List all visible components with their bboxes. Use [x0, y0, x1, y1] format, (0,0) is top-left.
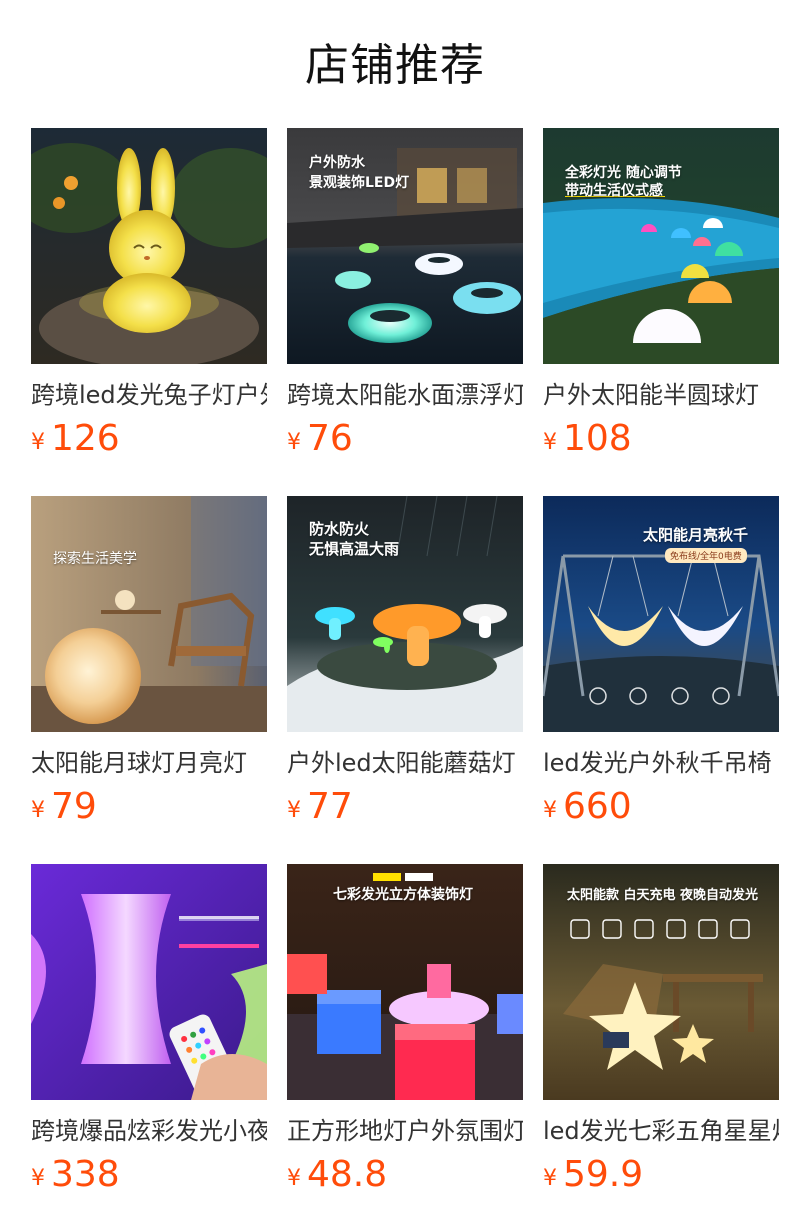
product-name[interactable]: 跨境太阳能水面漂浮灯: [287, 378, 523, 412]
product-price: ¥48.8: [287, 1152, 387, 1198]
page-title: 店铺推荐: [305, 40, 485, 91]
product-name[interactable]: 户外太阳能半圆球灯: [543, 378, 779, 412]
product-price: ¥126: [31, 416, 120, 462]
moon-ball-lamp-icon[interactable]: 探索生活美学: [31, 496, 267, 732]
product-name[interactable]: 正方形地灯户外氛围灯: [287, 1114, 523, 1148]
product-name[interactable]: 跨境led发光兔子灯户外庭院装饰灯: [31, 378, 267, 412]
price-value: 660: [563, 786, 632, 827]
mushroom-lights-icon[interactable]: 防水防火 无惧高温大雨: [287, 496, 523, 732]
currency-symbol: ¥: [287, 1166, 301, 1191]
currency-symbol: ¥: [31, 430, 45, 455]
price-value: 79: [51, 786, 97, 827]
floating-pool-lights-icon[interactable]: 户外防水 景观装饰LED灯: [287, 128, 523, 364]
price-value: 76: [307, 418, 353, 459]
price-value: 108: [563, 418, 632, 459]
product-card[interactable]: 防水防火 无惧高温大雨 户外led太阳能蘑菇灯 ¥77: [287, 496, 523, 836]
moon-swing-icon[interactable]: 太阳能月亮秋千 免布线/全年0电费: [543, 496, 779, 732]
price-value: 48.8: [307, 1154, 388, 1195]
product-card[interactable]: 户外防水 景观装饰LED灯 跨境太阳能水面漂浮灯 ¥76: [287, 128, 523, 468]
product-card[interactable]: 全彩灯光 随心调节 带动生活仪式感 户外太阳能半圆球灯 ¥108: [543, 128, 779, 468]
product-card[interactable]: 太阳能月亮秋千 免布线/全年0电费 led发光户外秋千吊椅 ¥660: [543, 496, 779, 836]
overlay-subline: 景观装饰LED灯: [309, 175, 410, 191]
rabbit-lamp-icon[interactable]: [31, 128, 267, 364]
product-price: ¥76: [287, 416, 353, 462]
product-card[interactable]: 跨境爆品炫彩发光小夜灯 ¥338: [31, 864, 267, 1204]
cube-lights-icon[interactable]: 七彩发光立方体装饰灯: [287, 864, 523, 1100]
overlay-headline: 七彩发光立方体装饰灯: [333, 887, 473, 903]
product-price: ¥108: [543, 416, 632, 462]
overlay-headline: 户外防水: [309, 155, 365, 171]
overlay-subline: 带动生活仪式感: [565, 183, 663, 199]
overlay-headline: 探索生活美学: [53, 551, 137, 567]
product-card[interactable]: 七彩发光立方体装饰灯 正方形地灯户外氛围灯 ¥48.8: [287, 864, 523, 1204]
product-card[interactable]: 太阳能款 白天充电 夜晚自动发光 led发光七彩五角星星灯 ¥59.9: [543, 864, 779, 1204]
product-name[interactable]: led发光户外秋千吊椅: [543, 746, 779, 780]
product-name[interactable]: 户外led太阳能蘑菇灯: [287, 746, 523, 780]
product-name[interactable]: 跨境爆品炫彩发光小夜灯: [31, 1114, 267, 1148]
product-price: ¥660: [543, 784, 632, 830]
product-name[interactable]: 太阳能月球灯月亮灯: [31, 746, 267, 780]
product-name[interactable]: led发光七彩五角星星灯: [543, 1114, 779, 1148]
glowing-stool-remote-icon[interactable]: [31, 864, 267, 1100]
overlay-headline: 全彩灯光 随心调节: [565, 165, 682, 181]
product-price: ¥79: [31, 784, 97, 830]
price-value: 126: [51, 418, 120, 459]
currency-symbol: ¥: [31, 1166, 45, 1191]
price-value: 77: [307, 786, 353, 827]
currency-symbol: ¥: [543, 1166, 557, 1191]
currency-symbol: ¥: [543, 430, 557, 455]
currency-symbol: ¥: [287, 430, 301, 455]
product-card[interactable]: 跨境led发光兔子灯户外庭院装饰灯 ¥126: [31, 128, 267, 468]
overlay-headline: 太阳能月亮秋千: [643, 526, 749, 544]
half-sphere-lights-icon[interactable]: 全彩灯光 随心调节 带动生活仪式感: [543, 128, 779, 364]
price-value: 338: [51, 1154, 120, 1195]
overlay-subline: 无惧高温大雨: [309, 540, 400, 558]
currency-symbol: ¥: [287, 798, 301, 823]
price-value: 59.9: [563, 1154, 644, 1195]
overlay-headline: 防水防火: [309, 520, 370, 538]
currency-symbol: ¥: [31, 798, 45, 823]
overlay-tag: 免布线/全年0电费: [665, 548, 747, 563]
product-card[interactable]: 探索生活美学 太阳能月球灯月亮灯 ¥79: [31, 496, 267, 836]
product-price: ¥338: [31, 1152, 120, 1198]
star-lamp-icon[interactable]: 太阳能款 白天充电 夜晚自动发光: [543, 864, 779, 1100]
currency-symbol: ¥: [543, 798, 557, 823]
overlay-headline: 太阳能款 白天充电 夜晚自动发光: [567, 888, 759, 903]
product-price: ¥59.9: [543, 1152, 643, 1198]
product-price: ¥77: [287, 784, 353, 830]
